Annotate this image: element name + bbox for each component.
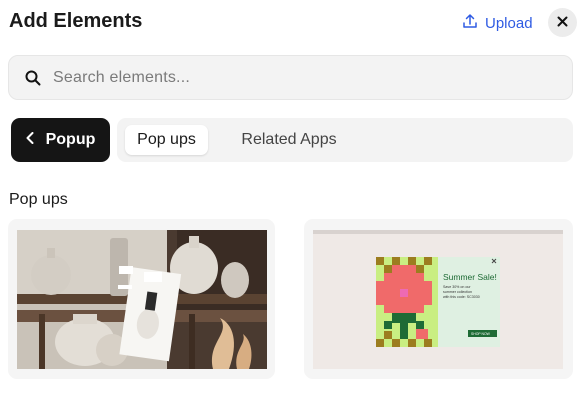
- tab-pop-ups[interactable]: Pop ups: [125, 125, 208, 155]
- category-tabs: Pop ups Related Apps: [117, 118, 573, 162]
- upload-button[interactable]: Upload: [462, 12, 533, 34]
- search-icon: [25, 70, 41, 85]
- sale-popup-button: SHOP NOW: [471, 332, 491, 336]
- sale-popup-body-line: Save 30% on our: [443, 285, 471, 289]
- popup-template-card[interactable]: [8, 219, 275, 379]
- vase-scene-thumbnail: [17, 230, 267, 369]
- summer-sale-thumbnail: Summer Sale! Save 30% on our summer coll…: [313, 230, 563, 369]
- section-title: Pop ups: [9, 191, 68, 208]
- back-to-popup-button[interactable]: Popup: [11, 118, 110, 162]
- sale-popup-title: Summer Sale!: [443, 272, 497, 282]
- panel-header: Add Elements Upload: [0, 0, 583, 46]
- sale-popup-body-line: with this code: SC3030: [443, 295, 480, 299]
- upload-label: Upload: [485, 14, 533, 32]
- search-input[interactable]: [51, 67, 535, 88]
- close-icon: [557, 14, 568, 32]
- panel-title: Add Elements: [9, 10, 143, 32]
- upload-icon: [462, 13, 478, 33]
- search-bar[interactable]: [8, 55, 573, 100]
- close-button[interactable]: [548, 8, 577, 37]
- popup-template-card[interactable]: Summer Sale! Save 30% on our summer coll…: [304, 219, 573, 379]
- tab-related-apps[interactable]: Related Apps: [229, 125, 349, 155]
- chevron-left-icon: [26, 131, 34, 149]
- back-button-label: Popup: [45, 131, 96, 148]
- sale-popup-body-line: summer collection: [443, 290, 472, 294]
